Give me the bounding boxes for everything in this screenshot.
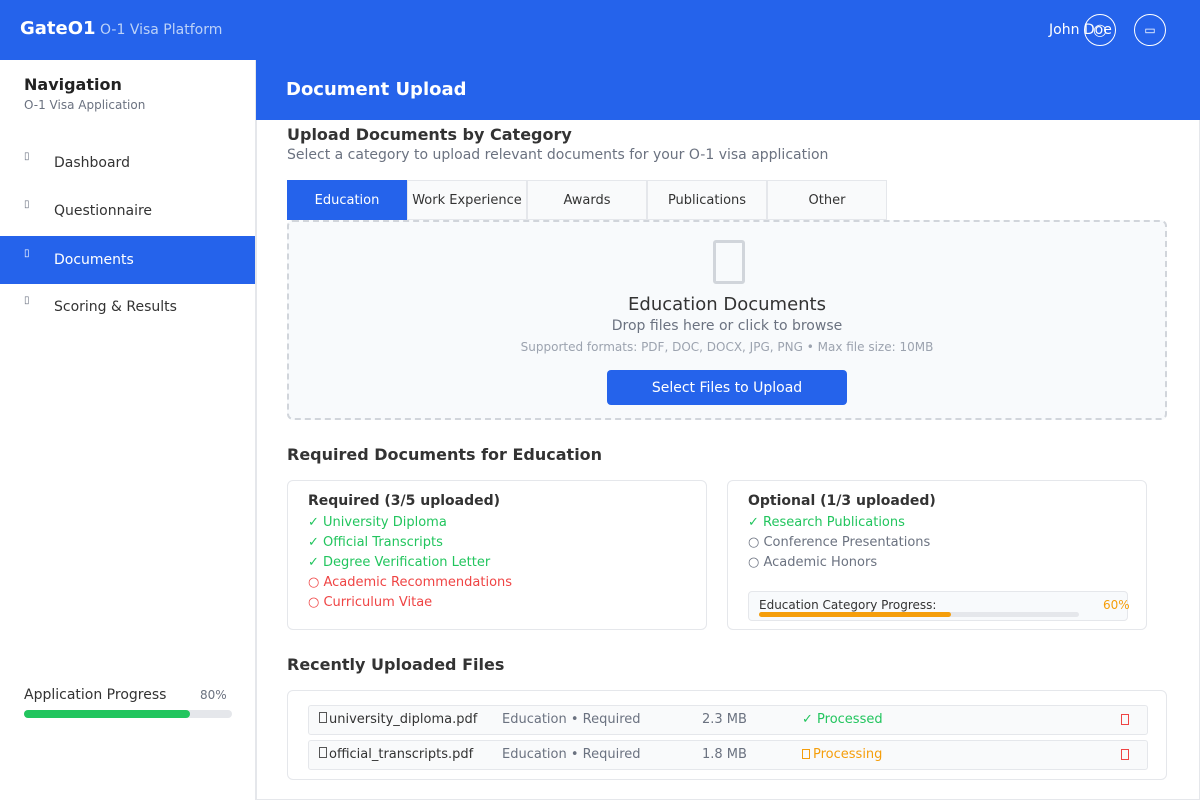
required-document-list: ✓ University Diploma ✓ Official Transcrip… [308, 513, 512, 613]
sidebar-item-label: Documents [54, 252, 134, 268]
recent-files-list: university_diploma.pdf Education • Requi… [287, 690, 1167, 780]
dropzone-title: Education Documents [628, 294, 826, 315]
category-tabs: Education Work Experience Awards Publica… [287, 180, 887, 220]
required-documents-card: Required (3/5 uploaded) ✓ University Dip… [287, 480, 707, 630]
processing-icon [802, 749, 810, 759]
document-item: ○ Conference Presentations [748, 535, 931, 550]
main-header: Document Upload [256, 60, 1200, 120]
main-content: Upload Documents by Category Select a ca… [256, 120, 1200, 800]
file-row[interactable]: official_transcripts.pdf Education • Req… [308, 740, 1148, 770]
user-icon[interactable]: ◯ [1084, 14, 1116, 46]
dashboard-icon: ▯ [24, 151, 30, 162]
upload-section-subtitle: Select a category to upload relevant doc… [287, 147, 829, 163]
category-progress-bar [759, 612, 1079, 617]
document-item: ○ Academic Honors [748, 555, 878, 570]
sidebar-item-label: Questionnaire [54, 203, 153, 219]
file-icon [319, 712, 327, 723]
document-item: ○ Curriculum Vitae [308, 595, 433, 610]
required-documents-heading: Required Documents for Education [287, 445, 603, 464]
sidebar-item-label: Dashboard [54, 155, 130, 171]
file-category: Education • Required [502, 712, 641, 727]
sidebar-title: Navigation [24, 75, 122, 94]
application-progress-fill [24, 710, 191, 718]
dropzone-subtitle: Drop files here or click to browse [611, 318, 843, 334]
file-status: ✓ Processed [802, 712, 883, 727]
document-item: ✓ Research Publications [748, 515, 905, 530]
file-status-text: Processing [813, 747, 883, 762]
file-size: 1.8 MB [702, 747, 747, 762]
scoring-icon: ▯ [24, 295, 30, 306]
sidebar-item-scoring[interactable]: ▯ Scoring & Results [0, 283, 255, 331]
optional-card-title: Optional (1/3 uploaded) [748, 493, 936, 509]
delete-icon[interactable] [1121, 749, 1129, 760]
category-progress-value: 60% [1103, 598, 1130, 612]
tab-awards[interactable]: Awards [527, 180, 647, 220]
application-progress-bar [24, 710, 232, 718]
sidebar-item-documents[interactable]: ▯ Documents [0, 236, 255, 284]
file-status: Processing [802, 747, 882, 762]
questionnaire-icon: ▯ [24, 199, 30, 210]
page-title: Document Upload [286, 79, 467, 100]
dropzone-formats: Supported formats: PDF, DOC, DOCX, JPG, … [520, 340, 934, 354]
document-icon [713, 240, 745, 284]
category-progress: Education Category Progress: 60% [748, 591, 1130, 621]
required-card-title: Required (3/5 uploaded) [308, 493, 501, 509]
file-name: official_transcripts.pdf [329, 747, 474, 762]
application-progress-label: Application Progress [24, 687, 167, 703]
file-row[interactable]: university_diploma.pdf Education • Requi… [308, 705, 1148, 735]
category-progress-label: Education Category Progress: [759, 598, 937, 612]
app-subtitle: O-1 Visa Platform [100, 22, 223, 38]
recent-files-heading: Recently Uploaded Files [287, 655, 505, 674]
sidebar-item-dashboard[interactable]: ▯ Dashboard [0, 139, 255, 187]
optional-document-list: ✓ Research Publications ○ Conference Pres… [748, 513, 930, 573]
select-files-button[interactable]: Select Files to Upload [607, 370, 847, 405]
tab-work-experience[interactable]: Work Experience [407, 180, 527, 220]
tab-other[interactable]: Other [767, 180, 887, 220]
logout-icon[interactable]: ▭ [1134, 14, 1166, 46]
category-progress-fill [759, 612, 951, 617]
file-name: university_diploma.pdf [329, 712, 478, 727]
document-item: ○ Academic Recommendations [308, 575, 513, 590]
tab-education[interactable]: Education [287, 180, 407, 220]
delete-icon[interactable] [1121, 714, 1129, 725]
documents-icon: ▯ [24, 248, 30, 259]
document-item: ✓ Degree Verification Letter [308, 555, 491, 570]
sidebar-subtitle: O-1 Visa Application [24, 98, 146, 112]
tab-publications[interactable]: Publications [647, 180, 767, 220]
sidebar-item-questionnaire[interactable]: ▯ Questionnaire [0, 187, 255, 235]
optional-documents-card: Optional (1/3 uploaded) ✓ Research Publi… [727, 480, 1147, 630]
sidebar-item-label: Scoring & Results [54, 299, 177, 315]
application-progress-value: 80% [200, 688, 227, 702]
file-icon [319, 747, 327, 758]
file-dropzone[interactable]: Education Documents Drop files here or c… [287, 220, 1167, 420]
top-bar: GateO1 O-1 Visa Platform John Doe ◯ ▭ [0, 0, 1200, 60]
document-item: ✓ Official Transcripts [308, 535, 443, 550]
file-category: Education • Required [502, 747, 641, 762]
app-logo[interactable]: GateO1 [20, 18, 96, 39]
file-size: 2.3 MB [702, 712, 747, 727]
upload-section-title: Upload Documents by Category [287, 125, 572, 144]
sidebar: Navigation O-1 Visa Application ▯ Dashbo… [0, 60, 256, 800]
document-item: ✓ University Diploma [308, 515, 447, 530]
